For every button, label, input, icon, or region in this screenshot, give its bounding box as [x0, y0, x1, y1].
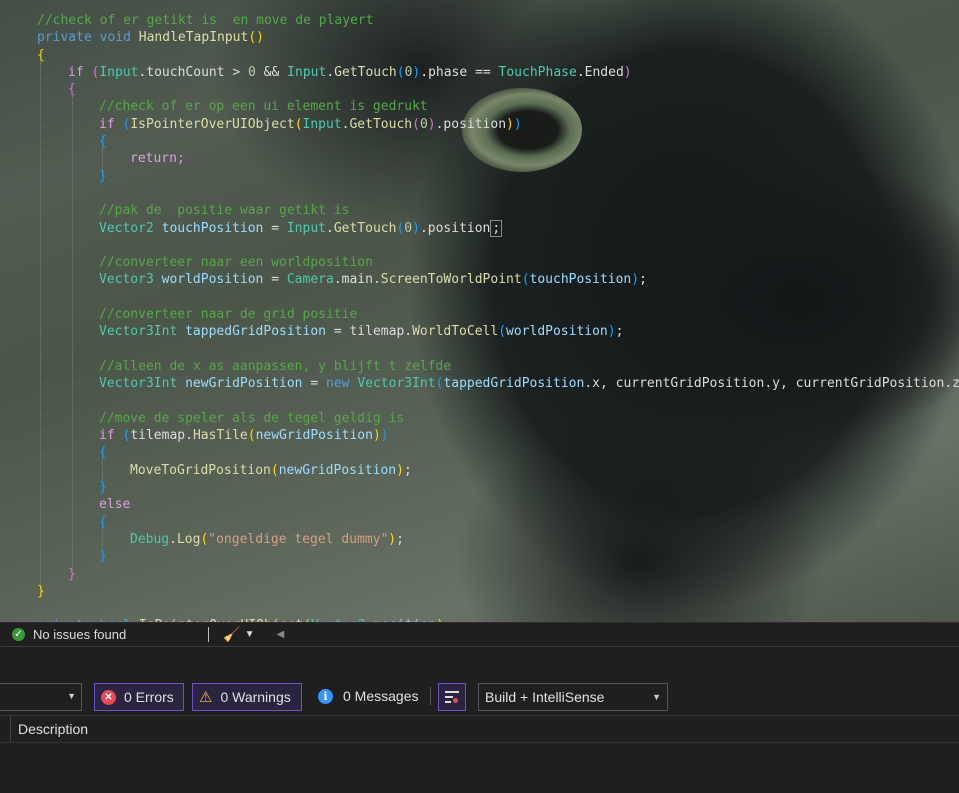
code-line: Vector3 worldPosition = Camera.main.Scre… [0, 271, 959, 288]
info-icon: i [318, 688, 333, 704]
filter-toggle-button[interactable] [438, 683, 466, 711]
comment: //check of er getikt is en move de playe… [37, 13, 374, 28]
open-brace: { [99, 445, 107, 461]
error-icon: ✕ [101, 689, 116, 705]
code-line: } [0, 168, 959, 185]
if-statement: if (tilemap.HasTile(newGridPosition)) [99, 428, 389, 444]
code-line: //pak de positie waar getikt is [0, 202, 959, 219]
solution-scope-dropdown[interactable]: ▼ [0, 683, 82, 711]
statement: Vector2 touchPosition = Input.GetTouch(0… [99, 219, 503, 237]
statement: Debug.Log("ongeldige tegel dummy"); [130, 531, 404, 547]
code-line: { [0, 444, 959, 461]
return-statement: return; [130, 151, 185, 167]
comment: //check of er op een ui element is gedru… [99, 99, 428, 115]
code-line: } [0, 566, 959, 583]
code-lines[interactable]: //check of er getikt is en move de playe… [0, 12, 959, 622]
comment: //converteer naar de grid positie [99, 307, 358, 323]
open-brace: { [37, 47, 45, 63]
error-list-panel: ▼ ✕ 0 Errors ⚠ 0 Warnings i 0 Messages B… [0, 646, 959, 793]
separator [430, 687, 431, 705]
code-line: //converteer naar de grid positie [0, 306, 959, 323]
open-brace: { [99, 514, 107, 530]
code-line: MoveToGridPosition(newGridPosition); [0, 462, 959, 479]
warnings-label: 0 Warnings [220, 689, 291, 705]
code-line: //move de speler als de tegel geldig is [0, 410, 959, 427]
statement: Vector3 worldPosition = Camera.main.Scre… [99, 272, 647, 288]
chevron-down-icon[interactable]: ▼ [245, 629, 255, 640]
close-brace: } [99, 168, 107, 184]
errors-toggle-button[interactable]: ✕ 0 Errors [94, 683, 184, 711]
filter-icon [445, 691, 459, 693]
check-circle-icon: ✓ [12, 628, 25, 641]
else-keyword: else [99, 497, 131, 513]
code-line: { [0, 81, 959, 98]
code-line: { [0, 514, 959, 531]
messages-label: 0 Messages [343, 688, 419, 704]
code-line: //check of er op een ui element is gedru… [0, 98, 959, 115]
code-line: //converteer naar een worldposition [0, 254, 959, 271]
open-brace: { [68, 82, 76, 98]
code-line: //alleen de x as aanpassen, y blijft t z… [0, 358, 959, 375]
editor-status-bar: ✓ No issues found 🧹 ▼ ◀ [0, 622, 959, 646]
issues-status[interactable]: No issues found [33, 627, 126, 642]
code-line: if (Input.touchCount > 0 && Input.GetTou… [0, 64, 959, 81]
code-line: if (IsPointerOverUIObject(Input.GetTouch… [0, 116, 959, 133]
build-scope-dropdown[interactable]: Build + IntelliSense ▼ [478, 683, 668, 711]
statement: MoveToGridPosition(newGridPosition); [130, 462, 412, 478]
code-line: Debug.Log("ongeldige tegel dummy"); [0, 531, 959, 548]
messages-toggle-button[interactable]: i 0 Messages [318, 683, 418, 709]
warnings-toggle-button[interactable]: ⚠ 0 Warnings [192, 683, 302, 711]
if-statement: if (Input.touchCount > 0 && Input.GetTou… [68, 64, 632, 80]
error-list-toolbar: ▼ ✕ 0 Errors ⚠ 0 Warnings i 0 Messages B… [0, 683, 959, 711]
filter-icon-line [445, 701, 451, 703]
column-separator[interactable] [10, 716, 11, 742]
code-line: //check of er getikt is en move de playe… [0, 12, 959, 29]
code-line: Vector3Int newGridPosition = new Vector3… [0, 375, 959, 392]
build-scope-label: Build + IntelliSense [485, 689, 605, 705]
code-line: } [0, 548, 959, 565]
code-line: private void HandleTapInput() [0, 29, 959, 46]
comment: //alleen de x as aanpassen, y blijft t z… [99, 358, 452, 374]
open-brace: { [99, 134, 107, 150]
broom-icon[interactable]: 🧹 [223, 626, 240, 643]
error-list-header: Description [0, 715, 959, 743]
method-signature: private void HandleTapInput() [37, 30, 264, 46]
close-brace: } [99, 480, 107, 496]
close-brace: } [99, 549, 107, 565]
close-brace: } [37, 583, 45, 599]
code-line: Vector2 touchPosition = Input.GetTouch(0… [0, 219, 959, 237]
warning-icon: ⚠ [199, 689, 213, 706]
errors-label: 0 Errors [124, 689, 174, 705]
separator [208, 627, 210, 642]
statement: Vector3Int tappedGridPosition = tilemap.… [99, 324, 624, 340]
statement: Vector3Int newGridPosition = new Vector3… [99, 376, 959, 392]
filter-icon-line [445, 696, 453, 698]
code-line: { [0, 47, 959, 64]
chevron-down-icon: ▼ [67, 691, 76, 701]
close-brace: } [68, 566, 76, 582]
code-line: if (tilemap.HasTile(newGridPosition)) [0, 427, 959, 444]
filter-badge-icon [453, 698, 458, 703]
code-line: Vector3Int tappedGridPosition = tilemap.… [0, 323, 959, 340]
scroll-left-icon[interactable]: ◀ [277, 629, 285, 640]
code-line: } [0, 479, 959, 496]
comment: //move de speler als de tegel geldig is [99, 410, 405, 426]
code-line: return; [0, 150, 959, 167]
description-column-header[interactable]: Description [18, 721, 88, 737]
code-line: else [0, 496, 959, 513]
code-line: } [0, 583, 959, 600]
code-line: { [0, 133, 959, 150]
comment: //pak de positie waar getikt is [99, 203, 350, 219]
code-editor[interactable]: //check of er getikt is en move de playe… [0, 0, 959, 622]
comment: //converteer naar een worldposition [99, 255, 373, 271]
chevron-down-icon: ▼ [652, 692, 661, 702]
if-statement: if (IsPointerOverUIObject(Input.GetTouch… [99, 116, 522, 132]
